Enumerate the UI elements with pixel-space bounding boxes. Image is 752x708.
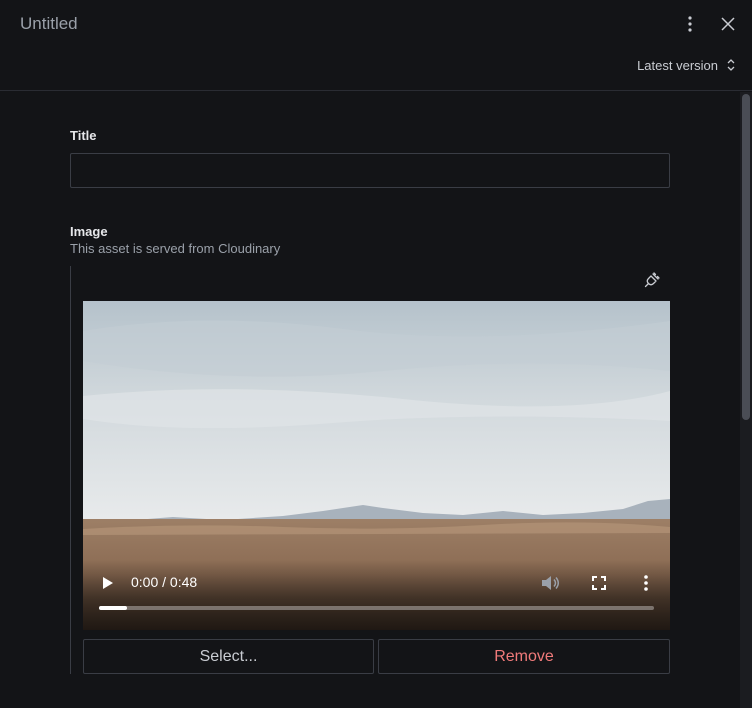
- dots-vertical-icon: [688, 16, 692, 32]
- remove-asset-button[interactable]: Remove: [378, 639, 670, 674]
- video-progress-bar[interactable]: [99, 606, 654, 610]
- scrollbar-thumb[interactable]: [742, 94, 750, 420]
- title-field-label: Title: [70, 128, 97, 143]
- mute-button[interactable]: [539, 572, 561, 594]
- fullscreen-button[interactable]: [588, 572, 610, 594]
- plugin-button[interactable]: [640, 268, 664, 292]
- chevron-up-down-icon: [727, 59, 735, 71]
- video-time: 0:00 / 0:48: [131, 574, 198, 590]
- close-button[interactable]: [716, 12, 740, 36]
- video-progress-fill: [99, 606, 127, 610]
- version-label: Latest version: [637, 57, 718, 73]
- plug-icon: [644, 272, 660, 288]
- dots-vertical-icon: [644, 575, 648, 591]
- title-input[interactable]: [70, 153, 670, 188]
- more-menu-button[interactable]: [678, 12, 702, 36]
- play-button[interactable]: [97, 573, 117, 593]
- volume-icon: [542, 576, 559, 590]
- play-icon: [103, 577, 113, 589]
- document-title: Untitled: [20, 14, 78, 33]
- fullscreen-icon: [592, 576, 606, 590]
- video-options-button[interactable]: [635, 572, 657, 594]
- document-header: Untitled Latest version: [0, 0, 752, 91]
- image-field-label: Image: [70, 224, 108, 239]
- form-content: Title Image This asset is served from Cl…: [0, 92, 738, 708]
- select-asset-button[interactable]: Select...: [83, 639, 374, 674]
- video-controls: 0:00 / 0:48: [83, 560, 670, 630]
- video-player[interactable]: 0:00 / 0:48: [83, 301, 670, 630]
- close-icon: [721, 17, 735, 31]
- version-selector[interactable]: Latest version: [637, 57, 736, 73]
- image-field-description: This asset is served from Cloudinary: [70, 241, 281, 256]
